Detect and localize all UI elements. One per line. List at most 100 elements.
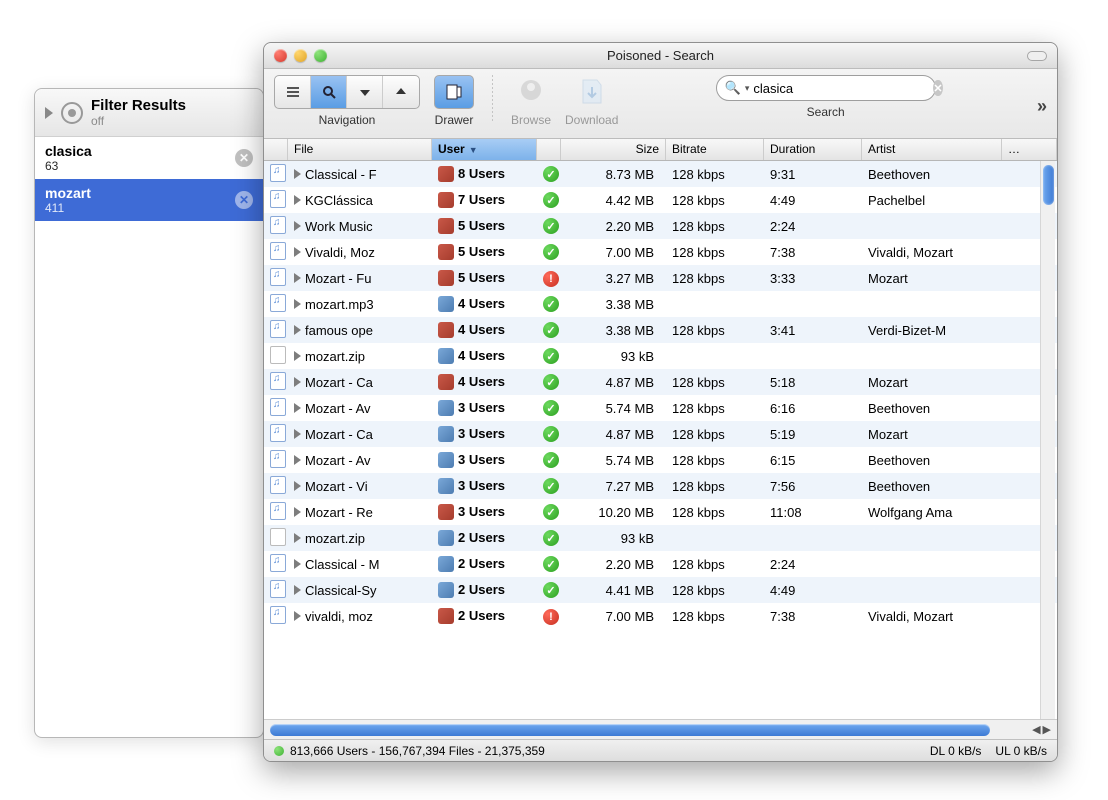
table-row[interactable]: mozart.zip4 Users✓93 kB <box>264 343 1057 369</box>
disclosure-icon[interactable] <box>294 481 301 491</box>
source-icon <box>438 556 454 572</box>
disclosure-icon[interactable] <box>294 585 301 595</box>
file-size: 7.00 MB <box>561 245 666 260</box>
file-duration: 7:38 <box>764 609 862 624</box>
scroll-left-button[interactable]: ◀ <box>1032 723 1040 736</box>
disclosure-icon[interactable] <box>294 559 301 569</box>
toolbar-toggle-button[interactable] <box>1027 51 1047 61</box>
col-artist[interactable]: Artist <box>862 139 1002 160</box>
status-ok-icon: ✓ <box>543 296 559 312</box>
vertical-scroll-thumb[interactable] <box>1043 165 1054 205</box>
nav-down-button[interactable] <box>347 76 383 108</box>
source-icon <box>438 400 454 416</box>
nav-list-button[interactable] <box>275 76 311 108</box>
disclosure-icon[interactable] <box>294 325 301 335</box>
table-row[interactable]: Mozart - Vi3 Users✓7.27 MB128 kbps7:56Be… <box>264 473 1057 499</box>
play-icon <box>45 107 53 119</box>
vertical-scrollbar[interactable] <box>1040 161 1055 719</box>
user-count: 2 Users <box>458 608 505 623</box>
col-size[interactable]: Size <box>561 139 666 160</box>
table-row[interactable]: Classical - M2 Users✓2.20 MB128 kbps2:24 <box>264 551 1057 577</box>
disclosure-icon[interactable] <box>294 429 301 439</box>
disclosure-icon[interactable] <box>294 195 301 205</box>
table-row[interactable]: Mozart - Re3 Users✓10.20 MB128 kbps11:08… <box>264 499 1057 525</box>
table-row[interactable]: Mozart - Av3 Users✓5.74 MB128 kbps6:16Be… <box>264 395 1057 421</box>
file-duration: 3:33 <box>764 271 862 286</box>
table-row[interactable]: Mozart - Fu5 Users!3.27 MB128 kbps3:33Mo… <box>264 265 1057 291</box>
download-label: Download <box>565 113 618 127</box>
table-row[interactable]: mozart.mp34 Users✓3.38 MB <box>264 291 1057 317</box>
table-row[interactable]: Mozart - Ca3 Users✓4.87 MB128 kbps5:19Mo… <box>264 421 1057 447</box>
col-icon[interactable] <box>264 139 288 160</box>
status-ok-icon: ✓ <box>543 478 559 494</box>
disclosure-icon[interactable] <box>294 533 301 543</box>
user-count: 5 Users <box>458 244 505 259</box>
filter-item-clear-button[interactable]: ✕ <box>235 191 253 209</box>
col-bitrate[interactable]: Bitrate <box>666 139 764 160</box>
filter-title: Filter Results <box>91 97 186 114</box>
table-row[interactable]: Vivaldi, Moz5 Users✓7.00 MB128 kbps7:38V… <box>264 239 1057 265</box>
clear-search-button[interactable]: ✕ <box>933 80 942 96</box>
nav-search-button[interactable] <box>311 76 347 108</box>
user-count: 2 Users <box>458 556 505 571</box>
file-artist: Beethoven <box>862 167 1002 182</box>
file-size: 5.74 MB <box>561 453 666 468</box>
download-icon <box>575 75 609 109</box>
download-group: Download <box>565 75 618 127</box>
search-field[interactable]: 🔍 ▾ ✕ <box>716 75 936 101</box>
user-count: 5 Users <box>458 218 505 233</box>
col-duration[interactable]: Duration <box>764 139 862 160</box>
file-duration: 4:49 <box>764 193 862 208</box>
file-name: Mozart - Vi <box>305 479 368 494</box>
table-row[interactable]: Classical-Sy2 Users✓4.41 MB128 kbps4:49 <box>264 577 1057 603</box>
table-row[interactable]: vivaldi, moz2 Users!7.00 MB128 kbps7:38V… <box>264 603 1057 629</box>
table-row[interactable]: mozart.zip2 Users✓93 kB <box>264 525 1057 551</box>
file-size: 5.74 MB <box>561 401 666 416</box>
music-file-icon <box>270 190 286 208</box>
disclosure-icon[interactable] <box>294 403 301 413</box>
filter-item[interactable]: clasica63✕ <box>35 137 263 179</box>
user-count: 3 Users <box>458 504 505 519</box>
disclosure-icon[interactable] <box>294 351 301 361</box>
horizontal-scroll-thumb[interactable] <box>270 724 990 736</box>
scroll-right-button[interactable]: ▶ <box>1043 723 1051 736</box>
file-name: famous ope <box>305 323 373 338</box>
music-file-icon <box>270 268 286 286</box>
table-row[interactable]: Classical - F8 Users✓8.73 MB128 kbps9:31… <box>264 161 1057 187</box>
file-name: Mozart - Fu <box>305 271 371 286</box>
search-input[interactable] <box>753 81 929 96</box>
table-row[interactable]: Mozart - Ca4 Users✓4.87 MB128 kbps5:18Mo… <box>264 369 1057 395</box>
scroll-arrows: ◀ ▶ <box>1032 723 1051 736</box>
drawer-button[interactable] <box>434 75 474 109</box>
filter-item[interactable]: mozart411✕ <box>35 179 263 221</box>
col-status[interactable] <box>537 139 561 160</box>
disclosure-icon[interactable] <box>294 455 301 465</box>
disclosure-icon[interactable] <box>294 221 301 231</box>
nav-up-button[interactable] <box>383 76 419 108</box>
filter-item-count: 63 <box>45 159 92 173</box>
table-row[interactable]: Mozart - Av3 Users✓5.74 MB128 kbps6:15Be… <box>264 447 1057 473</box>
search-menu-arrow-icon[interactable]: ▾ <box>745 83 750 94</box>
col-user[interactable]: User▼ <box>432 139 537 160</box>
table-row[interactable]: KGClássica7 Users✓4.42 MB128 kbps4:49Pac… <box>264 187 1057 213</box>
status-dl: DL 0 kB/s <box>930 744 982 758</box>
disclosure-icon[interactable] <box>294 377 301 387</box>
archive-icon <box>270 528 286 546</box>
col-more[interactable]: … <box>1002 139 1057 160</box>
status-ok-icon: ✓ <box>543 374 559 390</box>
table-row[interactable]: Work Music5 Users✓2.20 MB128 kbps2:24 <box>264 213 1057 239</box>
table-row[interactable]: famous ope4 Users✓3.38 MB128 kbps3:41Ver… <box>264 317 1057 343</box>
disclosure-icon[interactable] <box>294 247 301 257</box>
col-file[interactable]: File <box>288 139 432 160</box>
toolbar-overflow-button[interactable]: » <box>1037 96 1047 117</box>
titlebar[interactable]: Poisoned - Search <box>264 43 1057 69</box>
disclosure-icon[interactable] <box>294 299 301 309</box>
disclosure-icon[interactable] <box>294 611 301 621</box>
disclosure-icon[interactable] <box>294 273 301 283</box>
disclosure-icon[interactable] <box>294 169 301 179</box>
horizontal-scrollbar[interactable]: ◀ ▶ <box>264 719 1057 739</box>
disclosure-icon[interactable] <box>294 507 301 517</box>
status-ok-icon: ✓ <box>543 400 559 416</box>
file-size: 3.38 MB <box>561 297 666 312</box>
filter-item-clear-button[interactable]: ✕ <box>235 149 253 167</box>
